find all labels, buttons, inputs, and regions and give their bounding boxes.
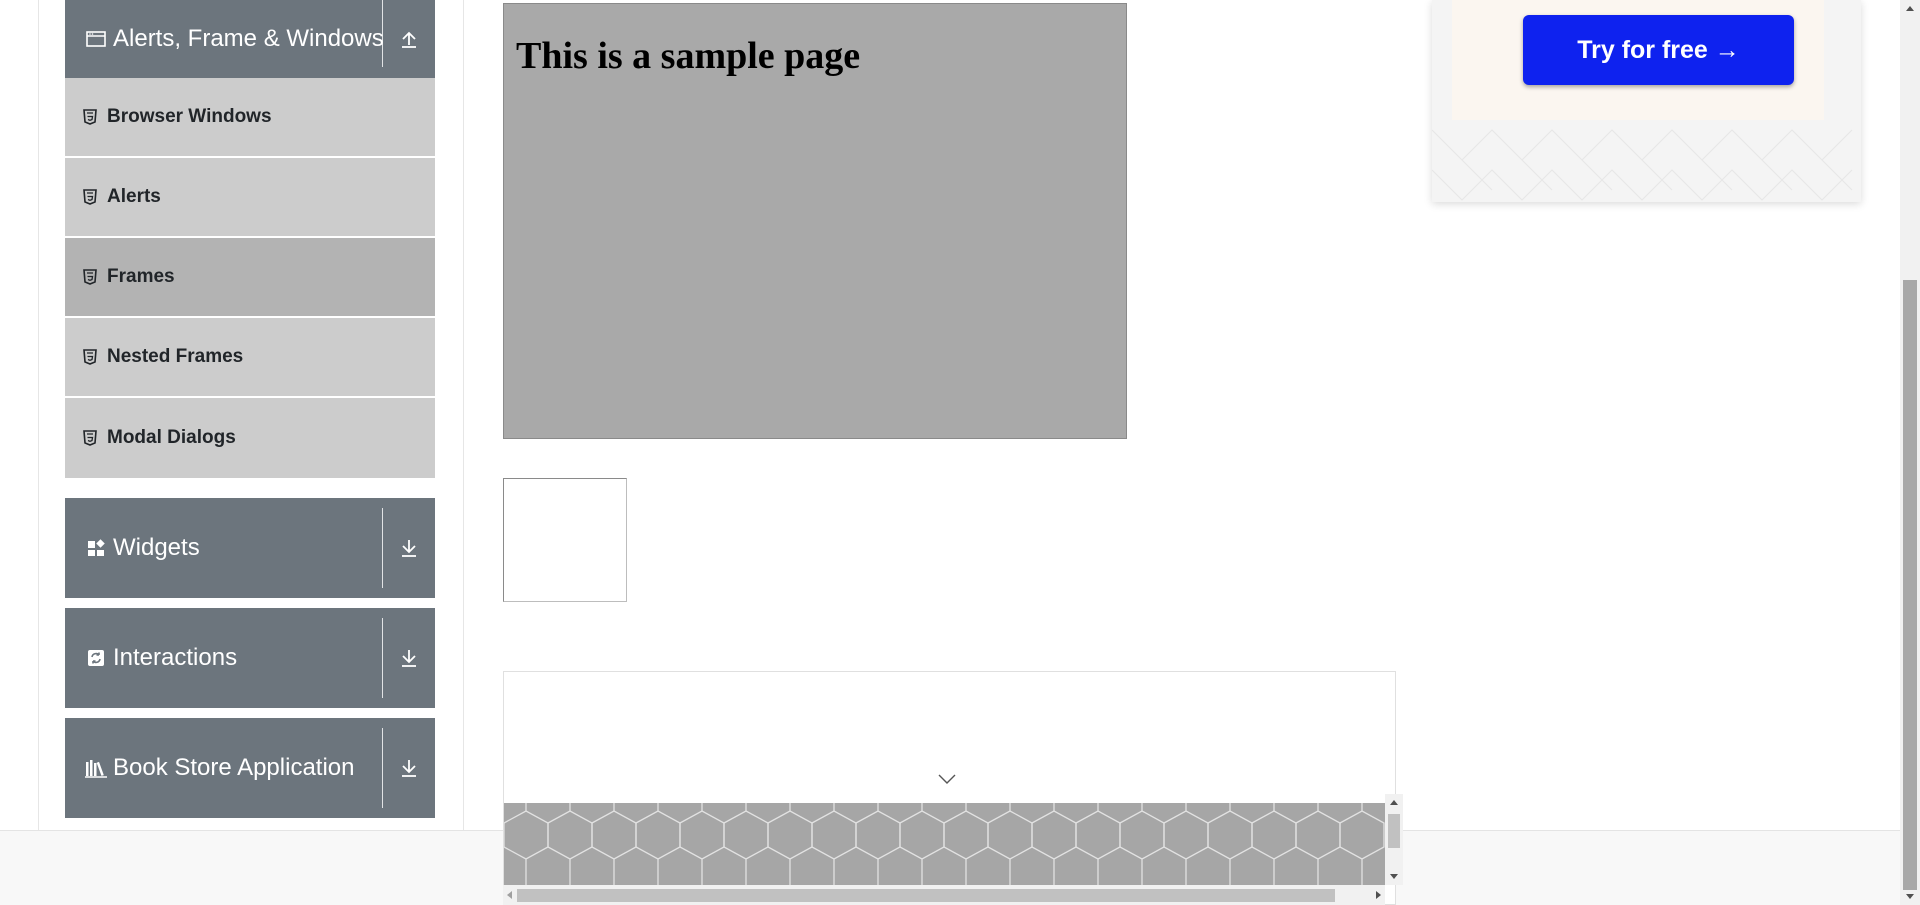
- group-divider: [382, 618, 383, 698]
- ad-banner: Try for free →: [1432, 0, 1861, 202]
- right-column-border: [463, 0, 464, 830]
- scroll-down-arrow-icon[interactable]: [1906, 894, 1914, 899]
- scrollbar-thumb[interactable]: [1388, 814, 1400, 848]
- html5-icon: [83, 269, 97, 285]
- left-column-border: [38, 0, 39, 830]
- group-divider: [382, 508, 383, 588]
- group-title: Book Store Application: [113, 754, 355, 781]
- scroll-right-arrow-icon[interactable]: [1376, 891, 1381, 899]
- interactions-icon: [85, 647, 107, 669]
- html5-icon: [83, 189, 97, 205]
- group-title: Interactions: [113, 644, 238, 671]
- scroll-left-arrow-icon[interactable]: [507, 891, 512, 899]
- group-header-widgets[interactable]: Widgets: [65, 498, 435, 598]
- html5-icon: [83, 349, 97, 365]
- menu-item-label: Nested Frames: [107, 346, 244, 367]
- menu-item-label: Alerts: [107, 186, 161, 207]
- menu-item-label: Browser Windows: [107, 106, 272, 127]
- books-icon: [85, 757, 107, 779]
- window-icon: [85, 28, 107, 50]
- group-divider: [382, 728, 383, 808]
- menu-item-nested-frames[interactable]: Nested Frames: [65, 318, 435, 398]
- sidebar: Alerts, Frame & Windows Browser Windows …: [65, 0, 435, 818]
- embedded-vertical-scrollbar[interactable]: [1385, 794, 1403, 885]
- group-header-alerts-frame-windows[interactable]: Alerts, Frame & Windows: [65, 0, 435, 78]
- scrollbar-thumb[interactable]: [517, 889, 1335, 902]
- frame1-heading: This is a sample page: [516, 35, 861, 77]
- frame1[interactable]: This is a sample page: [503, 3, 1127, 439]
- scroll-down-arrow-icon[interactable]: [1390, 874, 1398, 879]
- scroll-up-arrow-icon[interactable]: [1906, 6, 1914, 11]
- collapse-up-icon[interactable]: [391, 0, 427, 78]
- widgets-icon: [85, 537, 107, 559]
- frame2[interactable]: [503, 478, 627, 602]
- page-vertical-scrollbar[interactable]: [1900, 0, 1920, 905]
- expand-down-icon[interactable]: [391, 718, 427, 818]
- scrollbar-thumb[interactable]: [1903, 280, 1917, 890]
- menu-item-browser-windows[interactable]: Browser Windows: [65, 78, 435, 158]
- page: Alerts, Frame & Windows Browser Windows …: [0, 0, 1920, 905]
- html5-icon: [83, 430, 97, 446]
- ad-inner-panel: Try for free →: [1452, 0, 1824, 120]
- group-title: Widgets: [113, 534, 200, 561]
- menu-item-frames[interactable]: Frames: [65, 238, 435, 318]
- scroll-up-arrow-icon[interactable]: [1390, 800, 1398, 805]
- chevron-down-icon[interactable]: [937, 772, 957, 786]
- expand-down-icon[interactable]: [391, 608, 427, 708]
- expand-down-icon[interactable]: [391, 498, 427, 598]
- group-title: Alerts, Frame & Windows: [113, 25, 384, 52]
- menu-item-label: Frames: [107, 266, 175, 287]
- html5-icon: [83, 109, 97, 125]
- alerts-menu-list: Browser Windows Alerts Frames Nested Fra…: [65, 78, 435, 478]
- group-divider: [382, 0, 383, 67]
- group-header-book-store[interactable]: Book Store Application: [65, 718, 435, 818]
- try-for-free-button[interactable]: Try for free →: [1523, 15, 1794, 85]
- embedded-ad-pattern: [504, 803, 1385, 885]
- menu-item-label: Modal Dialogs: [107, 427, 236, 448]
- embedded-horizontal-scrollbar[interactable]: [503, 885, 1385, 905]
- ad-background-pattern: [1432, 129, 1853, 201]
- menu-item-alerts[interactable]: Alerts: [65, 158, 435, 238]
- menu-item-modal-dialogs[interactable]: Modal Dialogs: [65, 398, 435, 478]
- group-header-interactions[interactable]: Interactions: [65, 608, 435, 708]
